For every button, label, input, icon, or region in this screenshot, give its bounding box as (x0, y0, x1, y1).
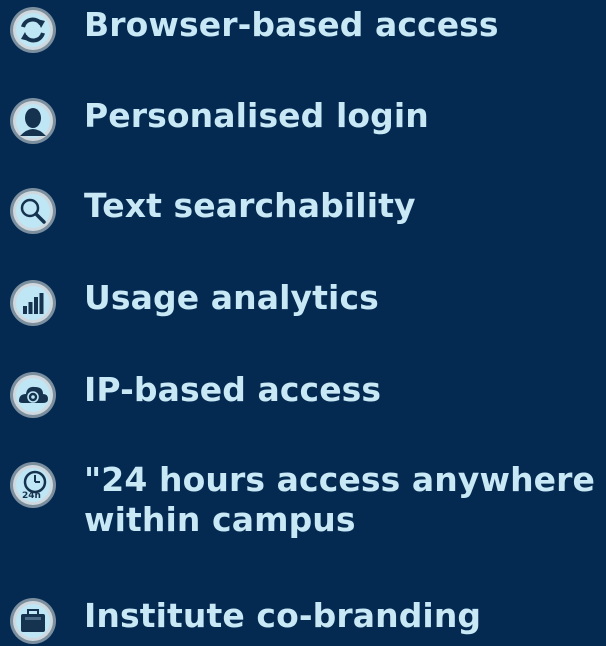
magnifier-icon (8, 186, 58, 236)
feature-item-24h-access: 24h "24 hours access anywhere within cam… (8, 460, 595, 540)
refresh-icon (8, 5, 58, 55)
feature-label: "24 hours access anywhere within campus (84, 460, 596, 539)
feature-item-co-branding: Institute co-branding (8, 596, 481, 646)
feature-label: Usage analytics (84, 278, 379, 317)
briefcase-icon (8, 596, 58, 646)
feature-item-usage-analytics: Usage analytics (8, 278, 379, 328)
feature-item-ip-access: IP-based access (8, 370, 381, 420)
feature-item-personalised-login: Personalised login (8, 96, 429, 146)
feature-label: Text searchability (84, 186, 416, 225)
feature-item-browser-access: Browser-based access (8, 5, 499, 55)
bar-chart-icon (8, 278, 58, 328)
feature-label: Browser-based access (84, 5, 499, 44)
feature-label: Personalised login (84, 96, 429, 135)
feature-label: Institute co-branding (84, 596, 482, 635)
at-cloud-icon (8, 370, 58, 420)
svg-text:24h: 24h (22, 491, 41, 501)
feature-item-text-search: Text searchability (8, 186, 416, 236)
clock-24h-icon: 24h (8, 460, 58, 510)
user-silhouette-icon (8, 96, 58, 146)
feature-label: IP-based access (84, 370, 382, 409)
